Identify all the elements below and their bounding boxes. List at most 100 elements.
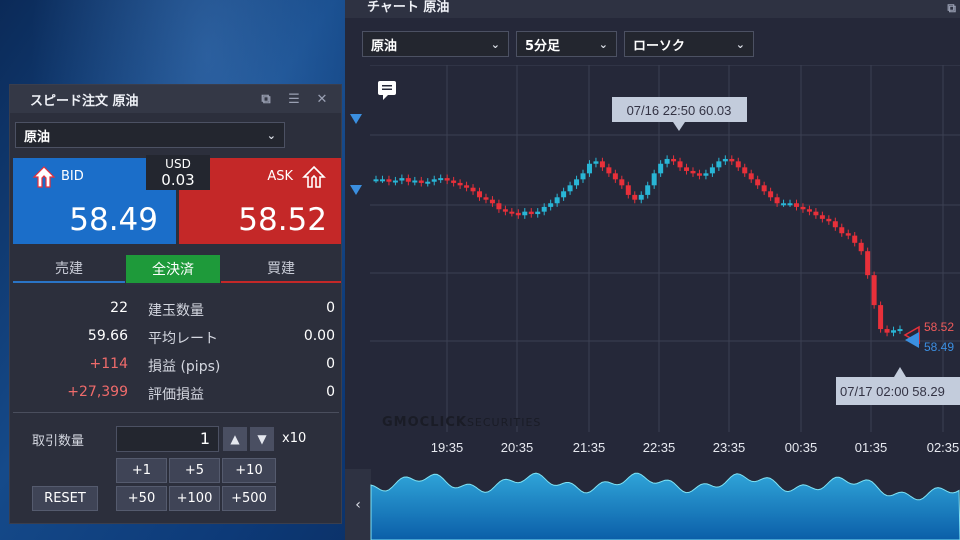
sell-unrealized-pl: +27,399	[67, 384, 128, 400]
bid-tag: 58.49	[924, 340, 954, 354]
candle	[399, 174, 405, 185]
speed-order-title: スピード注文 原油	[30, 93, 139, 109]
buy-avg-rate: 0.00	[303, 328, 335, 344]
candles	[373, 155, 903, 337]
bid-label: BID	[61, 169, 84, 184]
candle	[716, 157, 722, 171]
unrealized-pl-label: 評価損益	[148, 387, 204, 403]
candle	[787, 199, 793, 207]
candle	[567, 181, 573, 195]
quantity-down-button[interactable]: ▼	[250, 427, 274, 451]
buy-pips: 0	[326, 356, 335, 372]
ask-arrow-icon	[302, 165, 326, 188]
symbol-select-value: 原油	[24, 129, 51, 145]
candle	[599, 157, 605, 171]
candle	[438, 174, 444, 183]
candle	[470, 184, 476, 195]
candle	[580, 169, 586, 183]
chart-titlebar[interactable]: チャート 原油 ⧉	[345, 0, 960, 18]
candle	[645, 181, 651, 199]
candle	[696, 169, 702, 180]
popout-icon[interactable]: ⧉	[947, 0, 956, 16]
candlestick-chart[interactable]: 19:35 20:35 21:35 22:35 23:35 00:35 01:35 02:35…	[345, 65, 960, 462]
candle	[891, 326, 897, 337]
candle	[612, 169, 618, 183]
candle	[477, 187, 483, 201]
candle	[502, 205, 508, 216]
x-tick-label: 21:35	[573, 440, 606, 455]
candle	[522, 208, 528, 219]
close-all-underline	[126, 283, 220, 285]
add-10-button[interactable]: +10	[222, 458, 276, 483]
candle	[574, 175, 580, 189]
spread-value: 0.03	[161, 171, 195, 189]
x-tick-label: 19:35	[431, 440, 464, 455]
navigator-area	[370, 472, 960, 540]
quantity-input[interactable]: 1	[116, 426, 219, 452]
candle	[852, 232, 858, 247]
chart-symbol-select[interactable]: 原油 ⌄	[362, 31, 509, 57]
candle	[425, 178, 431, 187]
candle	[690, 167, 696, 177]
add-1-button[interactable]: +1	[116, 458, 167, 483]
candle	[897, 325, 903, 334]
add-5-button[interactable]: +5	[169, 458, 220, 483]
reset-button[interactable]: RESET	[32, 486, 98, 511]
candle	[839, 223, 845, 237]
candle	[761, 181, 767, 195]
low-marker-label: 07/17 02:00 58.29	[840, 384, 945, 399]
candle	[548, 199, 554, 211]
popout-icon[interactable]: ⧉	[255, 89, 277, 109]
candle	[709, 163, 715, 177]
sell-avg-rate: 59.66	[87, 328, 128, 344]
symbol-select[interactable]: 原油 ⌄	[15, 122, 285, 148]
candle	[722, 155, 728, 165]
tab-sell[interactable]: 売建	[13, 255, 125, 283]
candle	[748, 169, 754, 183]
divider	[13, 412, 339, 413]
chart-navigator[interactable]: ‹	[345, 469, 960, 540]
add-50-button[interactable]: +50	[116, 486, 167, 511]
candle	[405, 174, 411, 186]
tab-buy[interactable]: 買建	[221, 255, 341, 283]
candle	[793, 199, 799, 211]
candle	[638, 191, 644, 204]
stat-row-unrealized: +27,399 評価損益 0	[10, 380, 343, 406]
chart-title: チャート 原油	[367, 0, 450, 15]
chevron-up-icon: ▲	[230, 432, 240, 446]
candle	[671, 155, 677, 165]
speed-order-window: スピード注文 原油 ⧉ ☰ ✕ 原油 ⌄ BID 58.49 ASK 58.52…	[9, 84, 342, 524]
chart-window: チャート 原油 ⧉ 原油 ⌄ 5分足 ⌄ ローソク ⌄ 19:35 20:35 21…	[345, 0, 960, 540]
sell-position-qty: 22	[110, 300, 128, 316]
candle	[528, 208, 534, 218]
speed-order-titlebar[interactable]: スピード注文 原油 ⧉ ☰ ✕	[10, 85, 341, 113]
candle	[755, 175, 761, 189]
close-all-button[interactable]: 全決済	[126, 255, 220, 283]
chart-type-select[interactable]: ローソク ⌄	[624, 31, 754, 57]
close-icon[interactable]: ✕	[311, 89, 333, 109]
candle	[444, 174, 450, 185]
watermark: GMOCLICKSECURITIES	[382, 415, 541, 430]
candle	[703, 169, 709, 180]
candle	[464, 181, 470, 192]
interval-select[interactable]: 5分足 ⌄	[516, 31, 617, 57]
candle	[418, 176, 424, 187]
candle	[593, 157, 599, 168]
candle	[632, 191, 638, 204]
candle	[865, 247, 871, 279]
add-100-button[interactable]: +100	[169, 486, 220, 511]
chart-symbol-value: 原油	[371, 38, 398, 54]
watermark-brand: GMOCLICK	[382, 415, 467, 430]
candle	[884, 325, 890, 337]
candle	[664, 155, 670, 168]
candle	[735, 157, 741, 171]
chevron-down-icon: ⌄	[490, 37, 500, 51]
x-tick-label: 00:35	[785, 440, 818, 455]
bid-arrow-icon	[32, 166, 56, 188]
menu-icon[interactable]: ☰	[283, 89, 305, 109]
quantity-up-button[interactable]: ▲	[223, 427, 247, 451]
candle	[826, 215, 832, 225]
candle	[781, 199, 787, 207]
watermark-suffix: SECURITIES	[466, 416, 542, 429]
add-500-button[interactable]: +500	[222, 486, 276, 511]
